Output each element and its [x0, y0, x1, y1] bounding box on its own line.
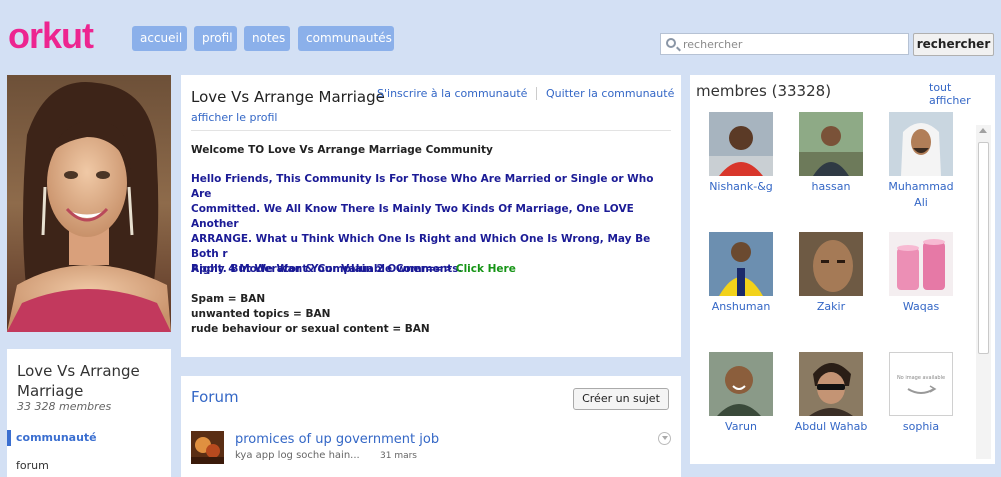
show-profile-link[interactable]: afficher le profil — [191, 111, 277, 124]
members-scrollbar[interactable] — [976, 125, 991, 459]
sidebar-item-forum[interactable]: forum — [16, 459, 49, 472]
community-name: Love Vs Arrange Marriage — [17, 362, 140, 400]
rule-line: rude behaviour or sexual content = BAN — [191, 323, 430, 335]
description-line: ARRANGE. What u Think Which One Is Right… — [191, 233, 651, 260]
scroll-up-arrow-icon[interactable] — [979, 128, 987, 133]
forum-card: Forum Créer un sujet promices of up gove… — [181, 376, 681, 477]
member-name[interactable]: Anshuman — [701, 299, 781, 315]
member-item[interactable]: Waqas — [881, 232, 961, 315]
photo-man-white-headdress-icon[interactable] — [889, 112, 953, 176]
member-name[interactable]: Varun — [701, 419, 781, 435]
chevron-down-icon[interactable] — [658, 432, 671, 445]
photo-man-sunglasses-icon[interactable] — [799, 352, 863, 416]
nav-communautes[interactable]: communautés — [298, 26, 394, 51]
member-item[interactable]: Abdul Wahab — [791, 352, 871, 435]
click-here-link[interactable]: Click Here — [456, 263, 516, 275]
member-item[interactable]: Nishank-&g — [701, 112, 781, 195]
description-line: Hello Friends, This Community Is For Tho… — [191, 173, 654, 200]
create-topic-button[interactable]: Créer un sujet — [573, 388, 669, 410]
link-divider — [536, 87, 537, 100]
description-line: Committed. We All Know There Is Mainly T… — [191, 203, 634, 230]
member-name[interactable]: Nishank-&g — [701, 179, 781, 195]
join-community-link[interactable]: S'inscrire à la communauté — [377, 87, 527, 100]
photo-man-outdoor-icon[interactable] — [799, 112, 863, 176]
orkut-logo[interactable]: orkut — [8, 14, 94, 58]
photo-man-yellow-jacket-icon[interactable] — [709, 232, 773, 296]
rule-line: Spam = BAN — [191, 293, 266, 305]
member-item[interactable]: Anshuman — [701, 232, 781, 315]
member-name[interactable]: Zakir — [791, 299, 871, 315]
see-all-members-link[interactable]: tout afficher — [929, 81, 995, 107]
member-item[interactable]: No image available sophia — [881, 352, 961, 435]
forum-title[interactable]: Forum — [191, 388, 239, 406]
topic-snippet: kya app log soche hain... — [235, 450, 360, 461]
nav-accueil[interactable]: accueil — [132, 26, 187, 51]
member-item[interactable]: Varun — [701, 352, 781, 435]
member-name[interactable]: Waqas — [881, 299, 961, 315]
welcome-text: Welcome TO Love Vs Arrange Marriage Comm… — [191, 144, 493, 156]
member-name[interactable]: Muhammad Ali — [881, 179, 961, 211]
no-image-placeholder-icon[interactable]: No image available — [889, 352, 953, 416]
nav-profil[interactable]: profil — [194, 26, 237, 51]
community-main-card: Love Vs Arrange Marriage S'inscrire à la… — [181, 75, 681, 357]
community-photo — [7, 75, 171, 332]
search-input[interactable] — [681, 36, 905, 52]
topic-date: 31 mars — [380, 451, 417, 461]
nav-notes[interactable]: notes — [244, 26, 290, 51]
search-box[interactable] — [660, 33, 909, 55]
active-indicator — [7, 430, 11, 446]
member-name[interactable]: hassan — [791, 179, 871, 195]
quit-community-link[interactable]: Quitter la communauté — [546, 87, 674, 100]
scrollbar-thumb[interactable] — [978, 142, 989, 354]
search-button[interactable]: rechercher — [913, 33, 994, 56]
member-name[interactable]: sophia — [881, 419, 961, 435]
divider — [191, 130, 671, 131]
photo-man-smiling-icon[interactable] — [709, 352, 773, 416]
community-title: Love Vs Arrange Marriage — [191, 88, 385, 106]
community-info-card: Love Vs Arrange Marriage 33 328 membres … — [7, 349, 171, 477]
topic-thumbnail — [191, 431, 224, 464]
apply-moderator-text: Apply 4 Moderator & Complain 2 Owner==> … — [191, 262, 673, 277]
apply-text: Apply 4 Moderator & Complain 2 Owner==> — [191, 263, 456, 275]
sidebar-item-communaute[interactable]: communauté — [16, 431, 97, 444]
member-item[interactable]: Zakir — [791, 232, 871, 315]
members-title: membres (33328) — [696, 82, 832, 100]
member-item[interactable]: Muhammad Ali — [881, 112, 961, 211]
member-name[interactable]: Abdul Wahab — [791, 419, 871, 435]
search-icon — [666, 38, 676, 48]
photo-pink-candles-icon[interactable] — [889, 232, 953, 296]
rules-text: Spam = BAN unwanted topics = BAN rude be… — [191, 292, 673, 337]
topic-title-link[interactable]: promices of up government job — [235, 432, 439, 447]
photo-red-shirt-man-icon[interactable] — [709, 112, 773, 176]
photo-man-closeup-icon[interactable] — [799, 232, 863, 296]
community-member-count: 33 328 membres — [17, 400, 112, 413]
member-item[interactable]: hassan — [791, 112, 871, 195]
members-card: membres (33328) tout afficher Nishank-&g… — [690, 75, 995, 464]
rule-line: unwanted topics = BAN — [191, 308, 331, 320]
